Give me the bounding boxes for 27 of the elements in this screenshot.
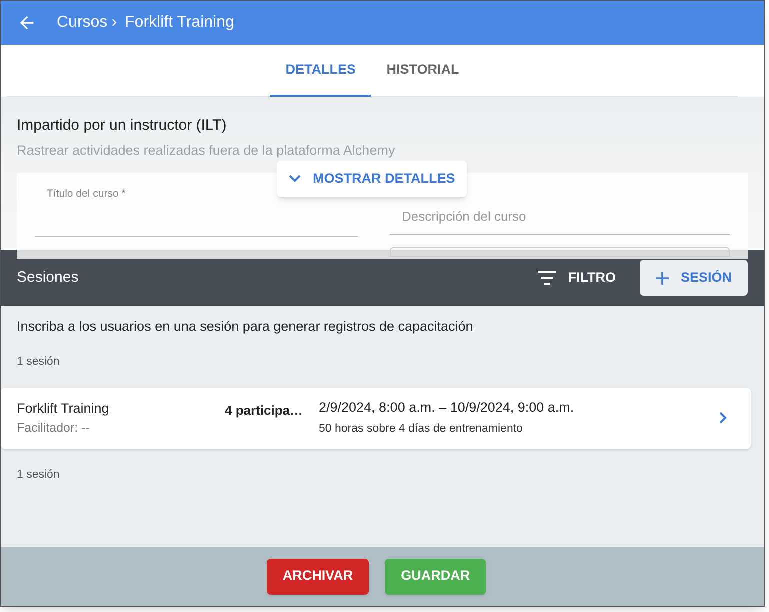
field-label: Título del curso *	[47, 186, 127, 202]
session-name: Forklift Training	[17, 400, 110, 418]
session-dates: 2/9/2024, 8:00 a.m. – 10/9/2024, 9:00 a.m.	[319, 398, 576, 417]
save-button[interactable]: GUARDAR	[385, 558, 486, 594]
filter-icon	[538, 271, 556, 285]
participants-count: 4 participa…	[225, 402, 304, 420]
show-details-button[interactable]: MOSTRAR DETALLES	[277, 161, 468, 197]
breadcrumb-link[interactable]: Cursos	[57, 11, 108, 35]
section-heading: Impartido por un instructor (ILT)	[17, 116, 228, 136]
sessions-title: Sesiones	[17, 268, 80, 288]
breadcrumb-separator: ›	[112, 13, 118, 33]
chevron-down-icon	[289, 175, 301, 183]
session-card[interactable]: Forklift Training Facilitador: -- 4 participa… 2/9/2024, 8:00 a.m. – 10/9/2024, 9:00 a.m. 50 horas sobre 4 días de entrenamiento	[1, 388, 751, 448]
tab[interactable]: HISTORIAL	[370, 45, 476, 97]
facilitator-text: Facilitador: --	[17, 420, 91, 437]
session-count: 1 sesión	[17, 355, 61, 370]
chevron-right-icon[interactable]	[719, 412, 727, 424]
section-subtitle: Rastrear actividades realizadas fuera de la plataforma Alchemy	[17, 142, 396, 160]
add-session-button[interactable]: SESIÓN	[640, 260, 748, 296]
plus-icon	[656, 272, 669, 284]
session-count: 1 sesión	[17, 468, 61, 482]
sessions-intro: Inscriba a los usuarios en una sesión para generar registros de capacitación	[17, 318, 474, 336]
filter-button[interactable]: FILTRO	[538, 268, 616, 288]
input-field[interactable]: Descripción del curso	[390, 198, 730, 235]
page-title: Forklift Training	[125, 13, 234, 33]
session-duration: 50 horas sobre 4 días de entrenamiento	[319, 422, 524, 437]
archive-button[interactable]: ARCHIVAR	[266, 558, 370, 594]
